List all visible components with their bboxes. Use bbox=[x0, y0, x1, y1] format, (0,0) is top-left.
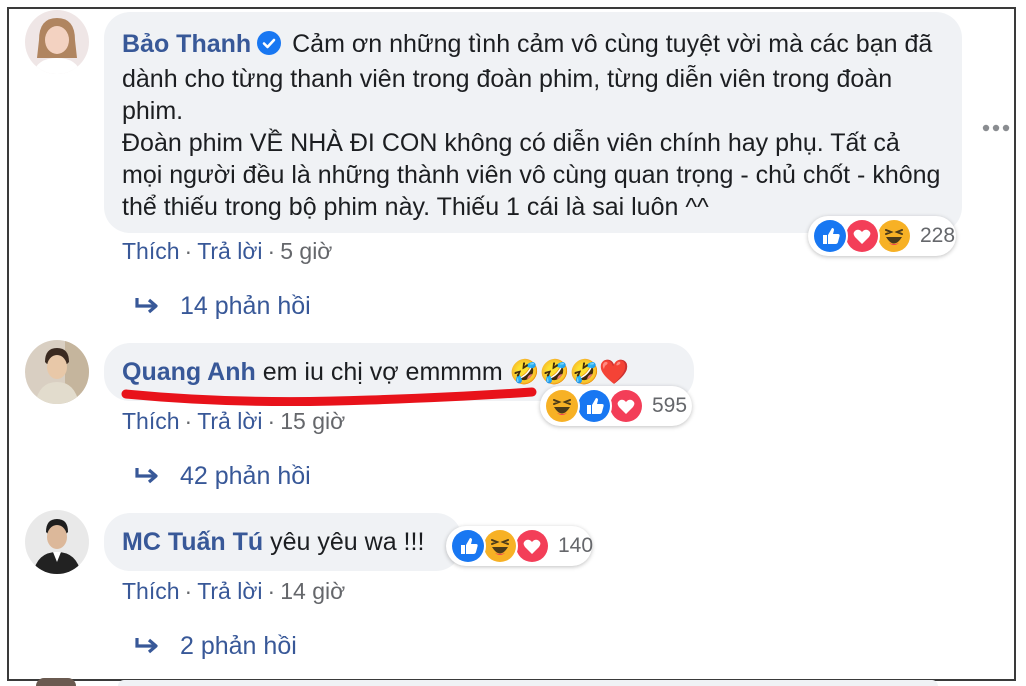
comment-actions: Thích · Trả lời · 15 giờ bbox=[122, 408, 345, 435]
verified-badge-icon bbox=[257, 31, 282, 63]
separator: · bbox=[267, 238, 276, 264]
like-icon bbox=[576, 388, 612, 424]
replies-count[interactable]: 2 phản hồi bbox=[180, 632, 297, 661]
next-comment-avatar-partial bbox=[36, 678, 76, 686]
love-icon bbox=[608, 388, 644, 424]
haha-icon bbox=[544, 388, 580, 424]
replies-count[interactable]: 42 phản hồi bbox=[180, 462, 311, 491]
separator: · bbox=[184, 238, 193, 264]
next-comment-bubble-partial bbox=[118, 680, 938, 686]
like-button[interactable]: Thích bbox=[122, 408, 180, 434]
avatar-mc-tuan-tu[interactable] bbox=[25, 510, 89, 574]
comment-author[interactable]: Bảo Thanh bbox=[122, 30, 251, 58]
comment-timestamp[interactable]: 15 giờ bbox=[280, 408, 345, 434]
comment-actions: Thích · Trả lời · 5 giờ bbox=[122, 238, 332, 265]
love-icon bbox=[514, 528, 550, 564]
separator: · bbox=[267, 578, 276, 604]
view-replies-link[interactable]: 2 phản hồi bbox=[134, 632, 297, 661]
reply-arrow-icon bbox=[135, 637, 158, 653]
view-replies-link[interactable]: 14 phản hồi bbox=[134, 292, 311, 321]
reply-button[interactable]: Trả lời bbox=[197, 408, 262, 434]
replies-count[interactable]: 14 phản hồi bbox=[180, 292, 311, 321]
like-icon bbox=[812, 218, 848, 254]
love-icon bbox=[844, 218, 880, 254]
comment-bubble: Bảo Thanh Cảm ơn những tình cảm vô cùng … bbox=[104, 12, 962, 233]
avatar-quang-anh[interactable] bbox=[25, 340, 89, 404]
comment-timestamp[interactable]: 14 giờ bbox=[280, 578, 345, 604]
comment-timestamp[interactable]: 5 giờ bbox=[280, 238, 332, 264]
reaction-summary[interactable]: 140 bbox=[446, 526, 594, 566]
comment-bubble: MC Tuấn Tú yêu yêu wa !!! bbox=[104, 513, 462, 571]
comment-actions: Thích · Trả lời · 14 giờ bbox=[122, 578, 345, 605]
reply-arrow-icon bbox=[135, 297, 158, 313]
reaction-count: 228 bbox=[920, 224, 956, 247]
comment-author[interactable]: MC Tuấn Tú bbox=[122, 528, 263, 556]
red-underline-annotation bbox=[121, 387, 537, 407]
comment-text: Cảm ơn những tình cảm vô cùng tuyệt vời … bbox=[122, 30, 941, 221]
comment-text: yêu yêu wa !!! bbox=[270, 528, 425, 556]
reaction-summary[interactable]: 595 bbox=[540, 386, 692, 426]
reaction-summary[interactable]: 228 bbox=[808, 216, 956, 256]
haha-icon bbox=[482, 528, 518, 564]
separator: · bbox=[267, 408, 276, 434]
separator: · bbox=[184, 408, 193, 434]
view-replies-link[interactable]: 42 phản hồi bbox=[134, 462, 311, 491]
reply-arrow-icon bbox=[135, 467, 158, 483]
reply-button[interactable]: Trả lời bbox=[197, 238, 262, 264]
more-options-icon[interactable] bbox=[982, 120, 1010, 138]
like-button[interactable]: Thích bbox=[122, 238, 180, 264]
like-button[interactable]: Thích bbox=[122, 578, 180, 604]
reply-button[interactable]: Trả lời bbox=[197, 578, 262, 604]
like-icon bbox=[450, 528, 486, 564]
separator: · bbox=[184, 578, 193, 604]
reaction-count: 140 bbox=[558, 534, 594, 557]
reaction-count: 595 bbox=[652, 394, 688, 417]
haha-icon bbox=[876, 218, 912, 254]
avatar-bao-thanh[interactable] bbox=[25, 10, 89, 74]
